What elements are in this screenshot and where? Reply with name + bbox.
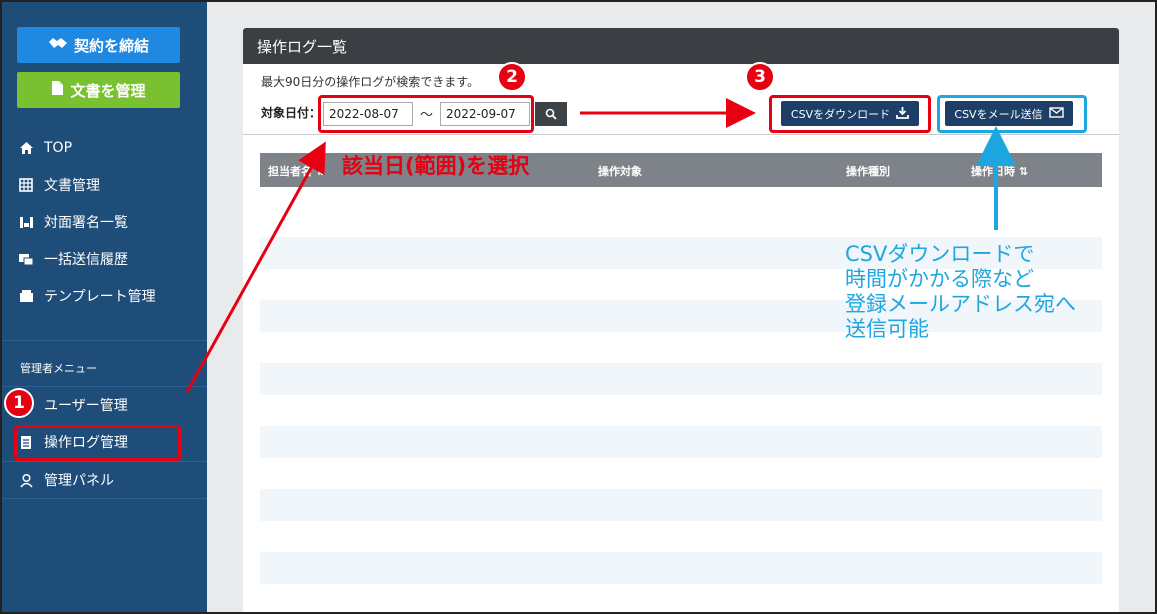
search-icon	[545, 105, 557, 124]
document-icon	[51, 80, 64, 100]
column-header-type: 操作種別	[846, 165, 890, 178]
annotation-select-range: 該当日(範囲)を選択	[342, 154, 530, 178]
step-badge-1: 1	[4, 388, 34, 418]
handshake-icon	[48, 35, 68, 55]
sidebar-item-face-sign[interactable]: 対面署名一覧	[2, 204, 207, 240]
sidebar-item-label: テンプレート管理	[44, 289, 156, 305]
sidebar-item-documents[interactable]: 文書管理	[2, 167, 207, 203]
toolbar-separator	[243, 134, 1119, 135]
grid-icon	[18, 177, 34, 193]
home-icon	[18, 140, 34, 156]
date-label: 対象日付：	[261, 106, 322, 120]
step-badge-3: 3	[745, 62, 775, 92]
sidebar-item-templates[interactable]: テンプレート管理	[2, 278, 207, 314]
sidebar-item-admin-panel[interactable]: 管理パネル	[2, 462, 207, 498]
sidebar-item-label: 対面署名一覧	[44, 215, 128, 231]
screenshot-frame: 契約を締結 文書を管理 TOP 文書管理 対面署名一覧 一括送信履歴 テンプレー…	[0, 0, 1157, 614]
sidebar-divider	[2, 498, 207, 499]
column-header-target: 操作対象	[598, 165, 642, 178]
highlight-date-range	[318, 95, 534, 133]
sidebar-item-label: 一括送信履歴	[44, 252, 128, 268]
sidebar-item-label: TOP	[44, 140, 73, 156]
search-button[interactable]	[535, 102, 567, 126]
column-header-datetime[interactable]: 操作日時 ⇅	[971, 163, 1028, 179]
highlight-operation-log	[14, 425, 181, 461]
template-icon	[18, 288, 34, 304]
sidebar-item-label: 文書管理	[44, 178, 100, 194]
contract-button-label: 契約を締結	[73, 36, 149, 55]
table-row	[260, 426, 1102, 458]
search-hint: 最大90日分の操作ログが検索できます。	[261, 75, 480, 89]
sidebar-divider	[2, 340, 207, 341]
sort-icon: ⇅	[1018, 165, 1029, 178]
panel-title: 操作ログ一覧	[243, 28, 1119, 64]
table-row	[260, 363, 1102, 395]
highlight-csv-mail	[937, 95, 1087, 133]
sidebar: 契約を締結 文書を管理 TOP 文書管理 対面署名一覧 一括送信履歴 テンプレー…	[2, 2, 207, 612]
sidebar-item-label: ユーザー管理	[44, 398, 128, 414]
step-badge-2: 2	[497, 62, 527, 92]
highlight-csv-download	[769, 95, 931, 133]
docs-button-label: 文書を管理	[70, 81, 146, 100]
annotation-csv-mail-note: CSVダウンロードで 時間がかかる際など 登録メールアドレス宛へ 送信可能	[845, 242, 1076, 341]
admin-section-title: 管理者メニュー	[20, 362, 97, 375]
bulk-send-icon	[18, 251, 34, 267]
column-header-user[interactable]: 担当者名 ⇅	[268, 163, 325, 179]
sidebar-item-bulk-send[interactable]: 一括送信履歴	[2, 241, 207, 277]
docs-button[interactable]: 文書を管理	[17, 72, 180, 108]
sidebar-item-top[interactable]: TOP	[2, 130, 207, 166]
person-icon	[18, 472, 34, 488]
table-row	[260, 552, 1102, 584]
sort-icon: ⇅	[315, 165, 326, 178]
contract-button[interactable]: 契約を締結	[17, 27, 180, 63]
table-row	[260, 489, 1102, 521]
sign-icon	[18, 214, 34, 230]
sidebar-item-label: 管理パネル	[44, 473, 114, 489]
